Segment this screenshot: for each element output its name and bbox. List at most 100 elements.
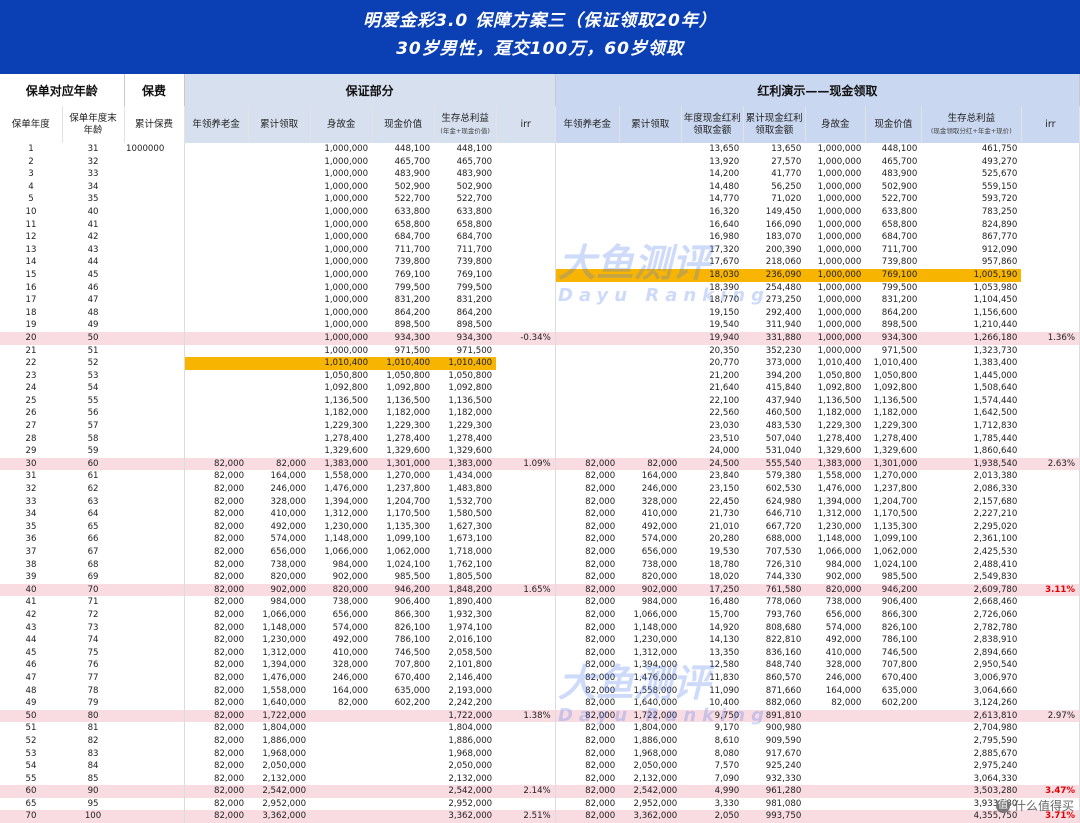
- table-row: 11 41 1,000,000 658,800 658,800 16,640 166,090…: [0, 218, 1080, 232]
- cell-age-end: 53: [87, 370, 99, 381]
- cell-b-survival: 461,750: [981, 144, 1018, 154]
- cell-b-cum-recv: 1,804,000: [633, 723, 678, 734]
- cell-g-annuity: [184, 294, 248, 307]
- cell-b-death: 246,000: [825, 672, 862, 683]
- cell-b-survival: 2,726,060: [973, 609, 1018, 620]
- cell-b-annuity: 82,000: [585, 534, 616, 545]
- cell-g-annuity: [184, 395, 248, 408]
- cell-b-death: 1,000,000: [805, 331, 866, 345]
- cell-age-end: 35: [87, 194, 99, 205]
- cell-b-death: 1,394,000: [817, 496, 862, 507]
- cell-g-annuity: [184, 433, 248, 446]
- cell-b-div-annual: 14,920: [709, 622, 740, 633]
- cell-g-cum-recv: [248, 256, 310, 269]
- cell-cum-premium: [124, 470, 185, 484]
- site-badge-text: 什么值得买: [1013, 799, 1074, 813]
- cell-g-death: 1,230,000: [324, 521, 369, 532]
- cell-b-annuity: [555, 143, 619, 156]
- cell-g-death: 328,000: [332, 660, 369, 671]
- cell-g-survival: 1,848,200: [434, 583, 497, 597]
- cell-b-div-annual: 14,200: [709, 169, 740, 180]
- cell-g-cum-recv: [248, 269, 310, 282]
- cell-b-annuity: 82,000: [585, 660, 616, 671]
- cell-b-cash: 448,100: [881, 144, 918, 154]
- cell-b-cash: 483,900: [881, 169, 918, 180]
- cell-b-cum-recv: 1,640,000: [633, 698, 678, 709]
- cell-g-cash: 448,100: [394, 144, 431, 154]
- cell-age-end: 75: [87, 647, 99, 658]
- table-row: 70 100 82,000 3,362,000 3,362,000 2.51% 82,000…: [0, 810, 1080, 823]
- cell-b-div-cum: 71,020: [771, 194, 802, 205]
- cell-b-cum-recv: 410,000: [641, 509, 678, 520]
- cell-age-end: 54: [87, 383, 99, 394]
- table-row: 27 57 1,229,300 1,229,300 1,229,300 23,030 483…: [0, 420, 1080, 433]
- cell-cum-premium: [124, 810, 185, 823]
- cell-cum-premium: [124, 218, 185, 232]
- cell-b-death: 1,000,000: [817, 219, 862, 230]
- cell-b-div-cum: 352,230: [765, 345, 802, 356]
- cell-g-irr: [496, 407, 556, 421]
- cell-g-cum-recv: 1,722,000: [248, 709, 311, 723]
- table-row: 42 72 82,000 1,066,000 656,000 866,300 1,932,3…: [0, 608, 1080, 622]
- cell-cum-premium: [124, 357, 185, 370]
- cell-age-end: 44: [87, 257, 99, 268]
- cell-g-annuity: 82,000: [214, 685, 245, 696]
- cell-b-annuity: 82,000: [585, 798, 616, 809]
- cell-policy-year: 34: [25, 509, 37, 520]
- cell-b-survival: 2,425,530: [973, 547, 1018, 557]
- cell-b-irr: [1021, 143, 1080, 156]
- cell-g-cash: [372, 798, 434, 811]
- cell-policy-year: 51: [25, 723, 37, 734]
- cell-age-end: 63: [87, 496, 99, 507]
- table-row: 23 53 1,050,800 1,050,800 1,050,800 21,200 394…: [0, 369, 1080, 383]
- cell-g-cum-recv: [248, 231, 310, 244]
- cell-b-div-cum: 744,330: [765, 572, 802, 583]
- cell-b-cash: 739,800: [881, 257, 918, 268]
- cell-b-cash: 826,100: [881, 622, 918, 633]
- cell-policy-year: 2: [28, 156, 34, 167]
- cell-b-cum-recv: [619, 156, 681, 169]
- cell-b-div-annual: 24,000: [709, 446, 740, 457]
- cell-b-survival: 1,445,000: [973, 370, 1018, 381]
- col-b-death: 身故金: [805, 106, 866, 143]
- cell-g-irr: [496, 659, 556, 672]
- cell-b-cum-recv: [619, 357, 681, 370]
- cell-g-survival: 1,804,000: [448, 723, 493, 734]
- cell-b-survival: 957,860: [981, 257, 1018, 268]
- cell-g-cum-recv: [248, 395, 310, 408]
- cell-g-annuity: [184, 282, 248, 295]
- cell-age-end: 80: [62, 709, 125, 723]
- cell-policy-year: 53: [25, 748, 37, 759]
- cell-b-survival: 3,064,660: [973, 685, 1018, 696]
- cell-b-survival: 2,795,590: [973, 735, 1018, 746]
- cell-b-cum-recv: [619, 231, 681, 244]
- cell-b-cum-recv: [619, 382, 681, 395]
- cell-b-death: [805, 810, 866, 823]
- cell-b-survival: 2,086,330: [973, 484, 1018, 495]
- zhi-icon: 值: [995, 798, 1010, 813]
- cell-b-survival: 2,838,910: [973, 635, 1018, 646]
- cell-g-cum-recv: [248, 357, 311, 370]
- cell-b-div-annual: 18,390: [709, 282, 740, 293]
- cell-b-irr: [1021, 432, 1080, 446]
- cell-g-cash: 1,229,300: [386, 421, 431, 432]
- cell-b-annuity: 82,000: [585, 521, 616, 532]
- cell-b-div-cum: 200,390: [765, 244, 802, 255]
- cell-b-cum-recv: [619, 445, 681, 458]
- cell-age-end: 33: [87, 169, 99, 180]
- table-row: 43 73 82,000 1,148,000 574,000 826,100 1,974,1…: [0, 621, 1080, 635]
- cell-g-death: 574,000: [332, 622, 369, 633]
- cell-g-cum-recv: 246,000: [270, 484, 307, 495]
- cell-b-cum-recv: 2,132,000: [633, 773, 678, 784]
- cell-b-div-annual: 21,730: [709, 509, 740, 520]
- cell-b-survival: 2,013,380: [973, 471, 1018, 482]
- cell-g-cum-recv: [248, 193, 310, 206]
- cell-b-survival: 493,270: [981, 156, 1018, 167]
- cell-g-annuity: [184, 231, 248, 244]
- table-row: 45 75 82,000 1,312,000 410,000 746,500 2,058,5…: [0, 646, 1080, 660]
- cell-age-end: 81: [87, 723, 99, 734]
- cell-g-survival: 465,700: [456, 156, 493, 167]
- cell-b-irr: [1021, 369, 1080, 383]
- cell-g-irr: [496, 445, 556, 458]
- cell-policy-year: 30: [0, 457, 63, 471]
